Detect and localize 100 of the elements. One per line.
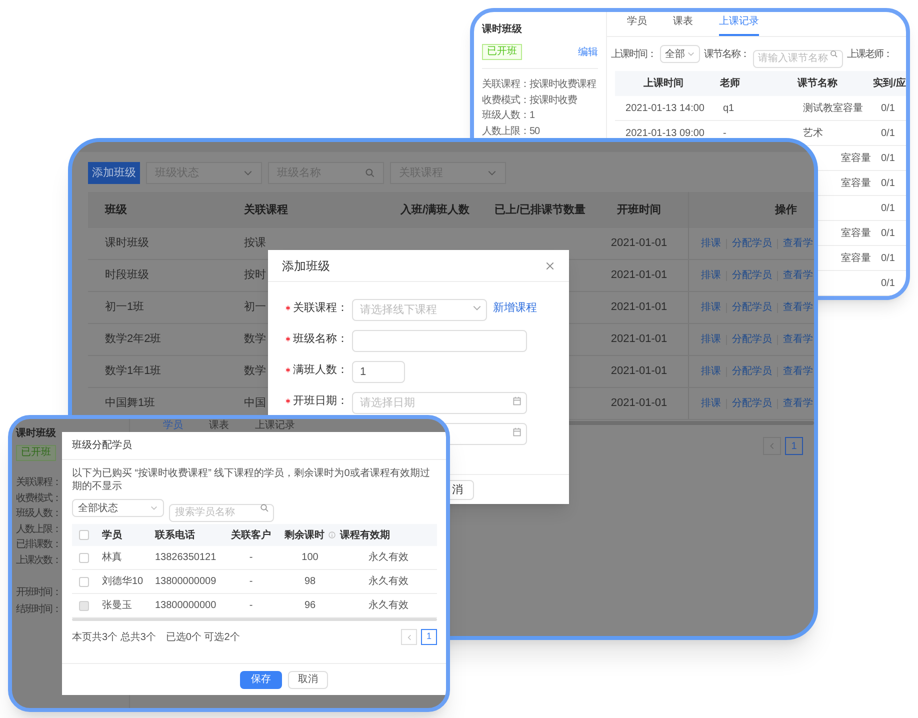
close-icon[interactable] xyxy=(545,260,555,270)
column-header: 关联课程 xyxy=(243,202,289,218)
action-link[interactable]: 分配学员 xyxy=(732,332,772,347)
detail-label: 开班时间： xyxy=(16,586,61,598)
input-field[interactable]: 1 xyxy=(352,361,405,383)
status-select[interactable]: 全部状态 xyxy=(72,499,164,517)
search-icon xyxy=(365,168,375,178)
search-field[interactable]: 请输入课节名称 xyxy=(753,50,843,68)
checkbox[interactable] xyxy=(79,530,89,540)
tab[interactable]: 课表 xyxy=(209,420,229,432)
table-cell-text: 0/1 xyxy=(880,102,896,116)
checkbox[interactable] xyxy=(79,576,89,586)
table-cell: 数学 xyxy=(244,365,266,378)
table-cell-text: 13800000000 xyxy=(154,599,218,613)
action-link[interactable]: 查看学 xyxy=(783,364,813,379)
filter-label: 上课老师： xyxy=(847,48,892,62)
previous-page-button[interactable] xyxy=(763,437,781,455)
checkbox[interactable] xyxy=(79,552,89,562)
action-link[interactable]: 排课 xyxy=(701,300,721,315)
column-header: 班级 xyxy=(104,202,128,218)
table-cell-text: - xyxy=(248,599,254,613)
action-link[interactable]: 排课 xyxy=(701,268,721,283)
table-cell-text: - xyxy=(248,575,254,589)
table-cell-text: 时段班级 xyxy=(104,268,150,284)
action-link[interactable]: 查看学 xyxy=(783,332,813,347)
chevron-left-icon xyxy=(406,634,412,640)
dialog-title: 班级分配学员 xyxy=(72,438,132,453)
add-class-button[interactable]: 添加班级 xyxy=(88,162,140,184)
field-label: 开班日期： xyxy=(293,394,348,409)
table-cell-text: 0/1 xyxy=(880,226,896,240)
action-link[interactable]: 排课 xyxy=(701,236,721,251)
table-cell-text: 13826350121 xyxy=(154,551,218,565)
info-icon xyxy=(328,531,336,539)
time-select[interactable]: 全部 xyxy=(660,45,700,63)
save-button[interactable]: 保存 xyxy=(240,670,282,688)
table-cell-text: 中国舞1班 xyxy=(104,396,156,412)
action-link[interactable]: 排课 xyxy=(701,396,721,411)
tab[interactable]: 课表 xyxy=(673,14,693,36)
table-cell-text: 室容量 xyxy=(840,226,872,240)
detail-text: 班级人数：1 xyxy=(482,110,536,122)
detail-label: 收费模式： xyxy=(16,492,61,504)
table-cell-text: 永久有效 xyxy=(368,550,410,565)
action-link[interactable]: 查看学 xyxy=(783,300,813,315)
column-header: 老师 xyxy=(718,76,741,91)
page-button[interactable]: 1 xyxy=(785,437,803,455)
tab[interactable]: 上课记录 xyxy=(255,420,295,432)
filter-label: 课节名称： xyxy=(704,48,749,62)
action-link[interactable]: 查看学 xyxy=(783,236,813,251)
date-field[interactable]: 请选择日期 xyxy=(352,392,527,414)
class-title: 课时班级 xyxy=(482,22,523,37)
table-cell-text: 0/1 xyxy=(880,276,896,290)
table-cell-text: 数学2年2班 xyxy=(104,332,162,348)
table-cell-text: 室容量 xyxy=(840,252,872,266)
field-label: 关联课程： xyxy=(293,300,348,316)
column-header: 开班时间 xyxy=(616,202,662,218)
table-cell-text: 2021-01-01 xyxy=(610,300,668,316)
column-header: 上课时间 xyxy=(642,76,684,91)
table-cell-text: 98 xyxy=(304,575,316,589)
action-link[interactable]: 排课 xyxy=(701,364,721,379)
table-cell-text: 艺术 xyxy=(802,126,824,140)
tab[interactable]: 学员 xyxy=(163,420,183,432)
scrollbar[interactable] xyxy=(72,618,437,621)
action-link[interactable]: 分配学员 xyxy=(732,268,772,283)
action-link[interactable]: 分配学员 xyxy=(732,236,772,251)
column-header: 入班/满班人数 xyxy=(399,202,471,218)
action-link[interactable]: 排课 xyxy=(701,332,721,347)
class-title: 课时班级 xyxy=(16,427,57,441)
dialog-title: 添加班级 xyxy=(282,258,330,274)
tab[interactable]: 学员 xyxy=(627,14,647,36)
detail-label: 上课次数： xyxy=(16,554,61,566)
table-cell-text: q1 xyxy=(722,102,736,116)
calendar-icon xyxy=(512,396,522,406)
detail-label: 人数上限： xyxy=(16,524,61,536)
action-link[interactable]: 分配学员 xyxy=(732,364,772,379)
column-header: 已上/已排课节数量 xyxy=(493,202,587,218)
table-cell-text: 林真 xyxy=(101,550,123,565)
table-cell-text: 0/1 xyxy=(880,126,896,140)
page-button[interactable]: 1 xyxy=(421,629,437,645)
detail-text: 关联课程：按课时收费课程 xyxy=(482,79,598,91)
action-link[interactable]: 分配学员 xyxy=(732,300,772,315)
action-link[interactable]: 查看学 xyxy=(783,396,813,411)
action-link[interactable]: 分配学员 xyxy=(732,396,772,411)
table-cell-text: 数学1年1班 xyxy=(104,364,162,380)
table-cell-text: 100 xyxy=(302,551,318,565)
selection-count-text: 已选0个 可选2个 xyxy=(166,630,240,644)
table-cell-text: 2021-01-01 xyxy=(610,332,668,348)
filter-label: 上课时间： xyxy=(611,48,656,62)
status-tag: 已开班 xyxy=(16,445,56,461)
cancel-button[interactable]: 取消 xyxy=(288,670,328,688)
edit-link[interactable]: 编辑 xyxy=(578,44,598,60)
action-link[interactable]: 查看学 xyxy=(783,268,813,283)
add-course-link[interactable]: 新增课程 xyxy=(493,300,537,316)
table-cell-text: - xyxy=(248,551,254,565)
table-cell-text: 2021-01-13 14:00 xyxy=(624,102,706,116)
column-header: 课节名称 xyxy=(796,76,838,91)
input-field[interactable] xyxy=(352,330,527,352)
tab[interactable]: 上课记录 xyxy=(719,14,759,36)
search-field[interactable]: 搜索学员名称 xyxy=(169,504,274,522)
course-select[interactable]: 请选择线下课程 xyxy=(352,299,487,321)
notice-text: 以下为已购买 “按课时收费课程” 线下课程的学员，剩余课时为0或者课程有效期过期的不显示 xyxy=(71,467,431,493)
